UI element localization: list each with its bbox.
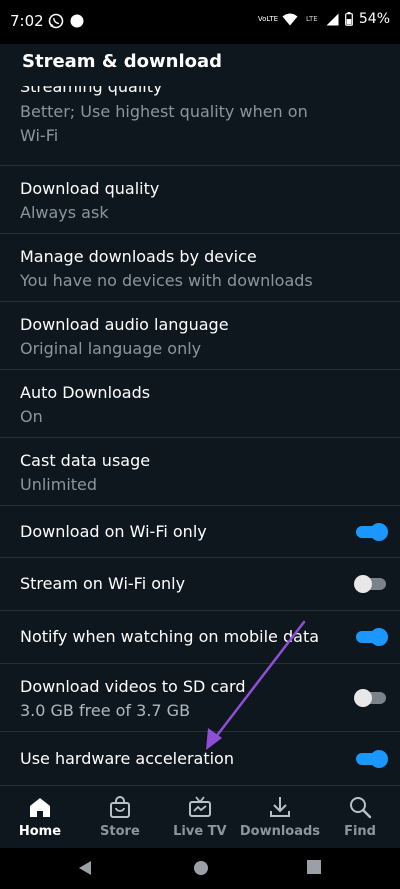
signal-icon	[326, 13, 339, 25]
setting-title: Stream on Wi-Fi only	[20, 574, 186, 593]
setting-auto-downloads[interactable]: Auto Downloads On	[0, 370, 400, 438]
recents-icon[interactable]	[307, 860, 321, 874]
setting-download-quality[interactable]: Download quality Always ask	[0, 166, 400, 234]
setting-subtitle: Always ask	[20, 203, 109, 222]
nav-label: Home	[18, 824, 62, 839]
nav-label: Store	[100, 824, 140, 839]
search-icon	[350, 797, 372, 819]
setting-title: Cast data usage	[20, 451, 151, 470]
hardware-acceleration-toggle[interactable]	[356, 750, 388, 768]
home-circle-icon[interactable]	[193, 860, 209, 876]
battery-percentage: 54%	[358, 11, 390, 27]
setting-title: Use hardware acceleration	[20, 749, 234, 768]
app-header: Stream & download	[0, 44, 400, 86]
volte-indicator: VoLTE	[257, 14, 279, 23]
home-icon	[29, 798, 50, 817]
status-time: 7:02	[10, 12, 44, 30]
setting-sd-card[interactable]: Download videos to SD card 3.0 GB free o…	[0, 664, 400, 732]
nav-store[interactable]: Store	[80, 786, 160, 848]
stream-wifi-only-toggle[interactable]	[354, 575, 386, 593]
setting-streaming-quality[interactable]: Streaming quality Better; Use highest qu…	[0, 86, 400, 166]
back-icon[interactable]	[78, 860, 92, 876]
setting-subtitle: Original language only	[20, 339, 202, 358]
system-nav-bar	[0, 848, 400, 889]
setting-cast-data-usage[interactable]: Cast data usage Unlimited	[0, 438, 400, 506]
download-wifi-only-toggle[interactable]	[356, 523, 388, 541]
setting-title: Streaming quality	[20, 86, 163, 96]
setting-title: Download quality	[20, 179, 160, 198]
settings-list[interactable]: Streaming quality Better; Use highest qu…	[0, 86, 400, 786]
setting-subtitle: You have no devices with downloads	[20, 271, 313, 290]
download-icon	[269, 797, 290, 817]
page-title: Stream & download	[22, 51, 223, 72]
setting-subtitle: 3.0 GB free of 3.7 GB	[20, 701, 191, 720]
nav-home[interactable]: Home	[0, 786, 80, 848]
battery-icon	[344, 12, 353, 26]
bottom-nav: Home Store Live TV Downloads Find	[0, 786, 400, 848]
nav-downloads[interactable]: Downloads	[240, 786, 320, 848]
nav-find[interactable]: Find	[320, 786, 400, 848]
setting-notify-mobile-data[interactable]: Notify when watching on mobile data	[0, 611, 400, 664]
setting-hardware-acceleration[interactable]: Use hardware acceleration	[0, 732, 400, 786]
setting-download-audio-language[interactable]: Download audio language Original languag…	[0, 302, 400, 370]
store-bag-icon	[109, 796, 130, 818]
setting-title: Manage downloads by device	[20, 247, 257, 266]
status-bar: 7:02 VoLTE LTE 54%	[0, 0, 400, 44]
nav-label: Find	[344, 824, 376, 839]
setting-title: Download audio language	[20, 315, 229, 334]
setting-download-wifi-only[interactable]: Download on Wi-Fi only	[0, 506, 400, 558]
notify-mobile-data-toggle[interactable]	[356, 628, 388, 646]
setting-stream-wifi-only[interactable]: Stream on Wi-Fi only	[0, 558, 400, 611]
sd-card-toggle[interactable]	[354, 689, 386, 707]
notification-dot-icon	[70, 14, 84, 28]
wifi-icon	[282, 13, 298, 25]
lte-indicator: LTE	[306, 14, 318, 23]
live-tv-icon	[188, 796, 211, 817]
setting-title: Download on Wi-Fi only	[20, 522, 207, 541]
setting-subtitle: Wi-Fi	[20, 126, 59, 145]
nav-label: Live TV	[173, 824, 227, 839]
setting-subtitle: On	[20, 407, 43, 426]
whatsapp-icon	[48, 13, 64, 29]
nav-label: Downloads	[239, 824, 321, 839]
setting-title: Download videos to SD card	[20, 677, 246, 696]
setting-manage-downloads[interactable]: Manage downloads by device You have no d…	[0, 234, 400, 302]
setting-subtitle: Better; Use highest quality when on	[20, 102, 308, 121]
setting-title: Notify when watching on mobile data	[20, 627, 320, 646]
nav-live-tv[interactable]: Live TV	[160, 786, 240, 848]
setting-subtitle: Unlimited	[20, 475, 98, 494]
setting-title: Auto Downloads	[20, 383, 151, 402]
